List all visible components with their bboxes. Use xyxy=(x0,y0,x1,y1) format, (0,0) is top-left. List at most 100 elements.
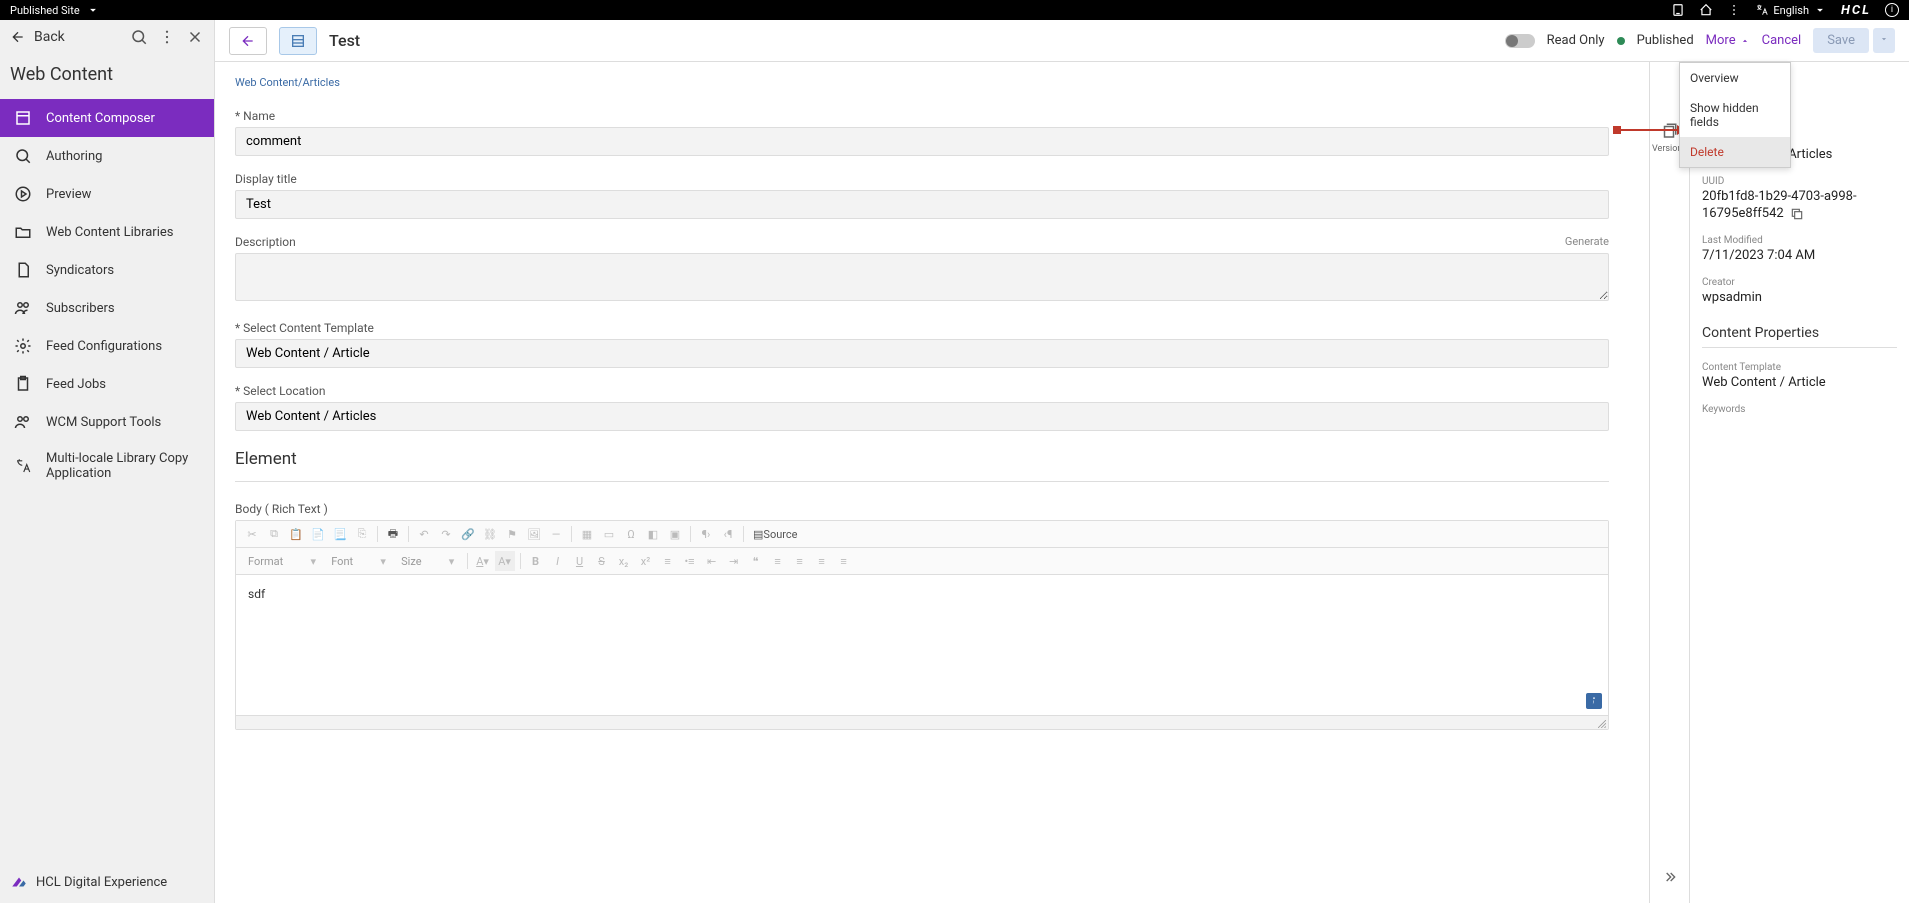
paste-icon[interactable]: 📋 xyxy=(286,524,306,544)
align-right-icon[interactable]: ≡ xyxy=(812,551,832,571)
content-type-button[interactable] xyxy=(279,27,317,55)
resize-handle-icon[interactable] xyxy=(1598,720,1606,728)
special-char-icon[interactable]: Ω xyxy=(621,524,641,544)
cancel-button[interactable]: Cancel xyxy=(1762,33,1802,48)
accessibility-icon[interactable] xyxy=(1586,693,1602,709)
back-arrow-button[interactable] xyxy=(229,27,267,55)
ltr-icon[interactable]: ¶› xyxy=(696,524,716,544)
caret-down-icon xyxy=(1879,34,1889,44)
source-button[interactable]: ▤ Source xyxy=(749,524,802,544)
bullet-list-icon[interactable]: •≡ xyxy=(680,551,700,571)
more-vert-icon[interactable] xyxy=(1727,3,1741,17)
readonly-toggle[interactable] xyxy=(1505,34,1535,48)
display-title-label: Display title xyxy=(235,172,1609,186)
search-icon[interactable] xyxy=(130,28,148,46)
hr-icon[interactable]: — xyxy=(546,524,566,544)
sidebar-item-authoring[interactable]: Authoring xyxy=(0,137,214,175)
status-label: Published xyxy=(1637,33,1694,48)
copy-icon[interactable] xyxy=(1790,207,1804,221)
sidebar-footer: HCL Digital Experience xyxy=(0,861,214,903)
sidebar-item-syndicators[interactable]: Syndicators xyxy=(0,251,214,289)
tablet-icon[interactable] xyxy=(1671,3,1685,17)
sidebar-item-feed-jobs[interactable]: Feed Jobs xyxy=(0,365,214,403)
annotation-arrow xyxy=(1619,129,1679,131)
generate-link[interactable]: Generate xyxy=(1565,235,1609,249)
div-icon[interactable]: ▭ xyxy=(599,524,619,544)
paste-text-icon[interactable]: 📄 xyxy=(308,524,328,544)
sidebar-item-multilocale[interactable]: Multi-locale Library Copy Application xyxy=(0,441,214,491)
location-input[interactable] xyxy=(235,402,1609,431)
embed-icon[interactable]: ▣ xyxy=(665,524,685,544)
anchor-icon[interactable]: ⚑ xyxy=(502,524,522,544)
iframe-icon[interactable]: ◧ xyxy=(643,524,663,544)
align-justify-icon[interactable]: ≡ xyxy=(834,551,854,571)
bold-icon[interactable]: B xyxy=(526,551,546,571)
info-template-value: Web Content / Article xyxy=(1702,375,1897,390)
strike-icon[interactable]: S xyxy=(592,551,612,571)
outdent-icon[interactable]: ⇤ xyxy=(702,551,722,571)
name-input[interactable] xyxy=(235,127,1609,156)
back-button[interactable]: Back xyxy=(10,29,65,45)
unlink-icon[interactable]: ⛓ xyxy=(480,524,500,544)
paste-word-icon[interactable]: 📃 xyxy=(330,524,350,544)
align-center-icon[interactable]: ≡ xyxy=(790,551,810,571)
home-icon[interactable] xyxy=(1699,3,1713,17)
info-creator-value: wpsadmin xyxy=(1702,290,1897,305)
display-title-input[interactable] xyxy=(235,190,1609,219)
close-icon[interactable] xyxy=(186,28,204,46)
info-uuid-value1: 20fb1fd8-1b29-4703-a998- xyxy=(1702,189,1897,204)
image-icon[interactable]: 🖼 xyxy=(524,524,544,544)
print-icon[interactable]: 🖶 xyxy=(383,524,403,544)
save-dropdown-button[interactable] xyxy=(1873,28,1895,53)
info-icon[interactable]: i xyxy=(1885,3,1899,17)
cut-icon[interactable]: ✂ xyxy=(242,524,262,544)
superscript-icon[interactable]: x² xyxy=(636,551,656,571)
italic-icon[interactable]: I xyxy=(548,551,568,571)
sidebar: Back Web Content Content Composer Author… xyxy=(0,20,215,903)
indent-icon[interactable]: ⇥ xyxy=(724,551,744,571)
info-panel: Status Published Location Web Content / … xyxy=(1689,62,1909,903)
brand-mark-icon xyxy=(10,873,28,891)
save-button[interactable]: Save xyxy=(1813,28,1869,53)
breadcrumb[interactable]: Web Content/Articles xyxy=(235,76,1609,89)
sidebar-item-wcm-tools[interactable]: WCM Support Tools xyxy=(0,403,214,441)
font-select[interactable]: Font xyxy=(325,553,371,570)
template-input[interactable] xyxy=(235,339,1609,368)
numbered-list-icon[interactable]: ≡ xyxy=(658,551,678,571)
template-label: * Select Content Template xyxy=(235,321,1609,335)
text-color-icon[interactable]: A▾ xyxy=(473,551,493,571)
rte-body[interactable]: sdf xyxy=(236,575,1608,715)
rte-footer xyxy=(236,715,1608,729)
sidebar-item-content-composer[interactable]: Content Composer xyxy=(0,99,214,137)
subscript-icon[interactable]: x₂ xyxy=(614,551,634,571)
info-template-label: Content Template xyxy=(1702,362,1897,373)
language-switcher[interactable]: English xyxy=(1755,3,1827,17)
sidebar-item-preview[interactable]: Preview xyxy=(0,175,214,213)
chevron-down-icon xyxy=(1813,3,1827,17)
rtl-icon[interactable]: ‹¶ xyxy=(718,524,738,544)
dropdown-delete[interactable]: Delete xyxy=(1680,137,1790,167)
table-icon[interactable]: ▦ xyxy=(577,524,597,544)
description-input[interactable] xyxy=(235,253,1609,301)
sidebar-item-libraries[interactable]: Web Content Libraries xyxy=(0,213,214,251)
bg-color-icon[interactable]: A▾ xyxy=(495,551,515,571)
redo-icon[interactable]: ↷ xyxy=(436,524,456,544)
quote-icon[interactable]: ❝ xyxy=(746,551,766,571)
size-select[interactable]: Size xyxy=(395,553,439,570)
dropdown-overview[interactable]: Overview xyxy=(1680,63,1790,93)
paste-special-icon[interactable]: ⎘ xyxy=(352,524,372,544)
info-creator-label: Creator xyxy=(1702,277,1897,288)
underline-icon[interactable]: U xyxy=(570,551,590,571)
dropdown-show-hidden[interactable]: Show hidden fields xyxy=(1680,93,1790,137)
align-left-icon[interactable]: ≡ xyxy=(768,551,788,571)
format-select[interactable]: Format xyxy=(242,553,301,570)
more-vert-icon[interactable] xyxy=(158,28,176,46)
sidebar-item-feed-config[interactable]: Feed Configurations xyxy=(0,327,214,365)
collapse-panel-button[interactable] xyxy=(1662,869,1678,889)
sidebar-item-subscribers[interactable]: Subscribers xyxy=(0,289,214,327)
more-menu-button[interactable]: More xyxy=(1706,33,1750,48)
undo-icon[interactable]: ↶ xyxy=(414,524,434,544)
link-icon[interactable]: 🔗 xyxy=(458,524,478,544)
copy-icon[interactable]: ⧉ xyxy=(264,524,284,544)
site-dropdown[interactable]: Published Site xyxy=(10,4,80,17)
